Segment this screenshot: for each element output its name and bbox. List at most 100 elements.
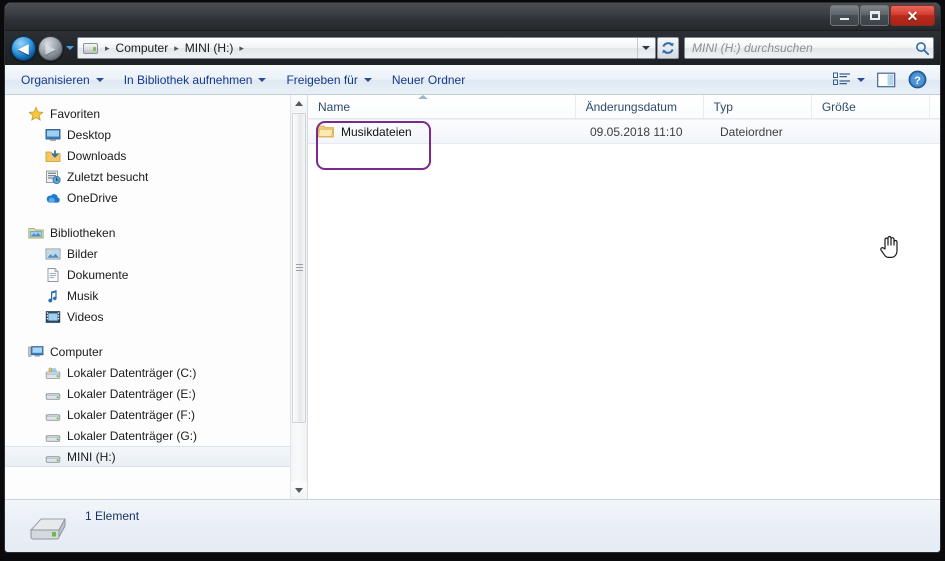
command-toolbar: Organisieren In Bibliothek aufnehmen Fre… — [5, 65, 940, 95]
toolbar-organisieren[interactable]: Organisieren — [11, 69, 114, 91]
mouse-cursor-hand — [880, 235, 898, 258]
drive-icon — [83, 42, 98, 54]
column-header-name-label: Name — [318, 99, 351, 114]
scroll-up-button[interactable] — [291, 95, 307, 112]
desktop-icon — [45, 128, 61, 141]
file-list-pane: Name Änderungsdatum Typ Größe Musikdatei… — [308, 95, 940, 499]
sidebar-item-onedrive-label: OneDrive — [67, 190, 118, 205]
breadcrumb-separator-0[interactable]: ▸ — [101, 42, 114, 54]
nav-header-favoriten-label: Favoriten — [50, 106, 101, 121]
desktop-background: ✕ ◀ ▶ ▸ Computer ▸ MINI (H:) ▸ MINI (H:)… — [0, 0, 945, 561]
sidebar-item-onedrive[interactable]: OneDrive — [5, 187, 307, 208]
drive-icon — [45, 392, 61, 400]
breadcrumb-separator-2[interactable]: ▸ — [235, 42, 248, 54]
sidebar-item-desktop-label: Desktop — [67, 127, 112, 142]
toolbar-freigeben-fuer-label: Freigeben für — [286, 72, 358, 87]
chevron-down-icon — [857, 77, 865, 82]
window-body: Favoriten Desktop Downloads Zuletzt besu… — [5, 95, 940, 499]
column-header-name[interactable]: Name — [308, 95, 576, 118]
help-icon: ? — [908, 70, 927, 89]
sidebar-item-drive-e[interactable]: Lokaler Datenträger (E:) — [5, 383, 307, 404]
view-layout-button[interactable] — [828, 68, 870, 92]
back-button[interactable]: ◀ — [11, 35, 36, 61]
breadcrumb-dropdown-button[interactable] — [637, 38, 653, 58]
minimize-button[interactable] — [830, 5, 859, 26]
status-item-count: 1 Element — [85, 509, 140, 523]
navigation-scrollbar[interactable] — [290, 95, 307, 499]
nav-header-favoriten[interactable]: Favoriten — [5, 103, 307, 124]
sidebar-item-dokumente-label: Dokumente — [67, 267, 129, 282]
sidebar-item-musik[interactable]: Musik — [5, 285, 307, 306]
folder-icon — [318, 125, 334, 138]
close-button[interactable]: ✕ — [890, 5, 935, 26]
file-name-cell[interactable]: Musikdateien — [308, 124, 580, 139]
onedrive-icon — [46, 193, 60, 203]
column-header-typ[interactable]: Typ — [704, 95, 812, 118]
drive-icon — [45, 413, 61, 421]
forward-arrow-icon: ▶ — [45, 40, 56, 56]
breadcrumb-item-computer[interactable]: Computer — [114, 41, 171, 55]
refresh-button[interactable] — [657, 37, 679, 59]
toolbar-organisieren-label: Organisieren — [21, 72, 90, 87]
sidebar-item-videos-label: Videos — [67, 309, 104, 324]
sidebar-item-mini-h[interactable]: MINI (H:) — [5, 446, 307, 467]
column-header-groesse[interactable]: Größe — [812, 95, 930, 118]
sidebar-item-drive-f-label: Lokaler Datenträger (F:) — [67, 407, 196, 422]
forward-button[interactable]: ▶ — [38, 35, 63, 61]
toolbar-neuer-ordner[interactable]: Neuer Ordner — [382, 69, 475, 91]
title-bar: ✕ — [5, 3, 940, 31]
toolbar-in-bibliothek-aufnehmen[interactable]: In Bibliothek aufnehmen — [114, 69, 277, 91]
file-type-label: Dateiordner — [720, 124, 783, 139]
removable-drive-icon — [29, 518, 66, 539]
search-input[interactable] — [692, 41, 915, 55]
sidebar-item-drive-g[interactable]: Lokaler Datenträger (G:) — [5, 425, 307, 446]
pictures-icon — [45, 248, 61, 259]
sidebar-item-drive-c-label: Lokaler Datenträger (C:) — [67, 365, 197, 380]
sidebar-item-dokumente[interactable]: Dokumente — [5, 264, 307, 285]
nav-header-bibliotheken[interactable]: Bibliotheken — [5, 222, 307, 243]
sidebar-item-bilder[interactable]: Bilder — [5, 243, 307, 264]
sidebar-item-bilder-label: Bilder — [67, 246, 98, 261]
preview-pane-icon — [877, 72, 896, 87]
sidebar-item-downloads-label: Downloads — [67, 148, 127, 163]
navigation-list: Favoriten Desktop Downloads Zuletzt besu… — [5, 95, 307, 499]
column-header-groesse-label: Größe — [821, 99, 856, 114]
computer-icon — [28, 345, 44, 357]
chevron-down-icon — [258, 77, 267, 82]
help-button[interactable]: ? — [903, 68, 932, 92]
breadcrumb-item-mini-h[interactable]: MINI (H:) — [183, 41, 236, 55]
sidebar-item-musik-label: Musik — [67, 288, 99, 303]
sidebar-item-downloads[interactable]: Downloads — [5, 145, 307, 166]
sidebar-item-zuletzt-besucht[interactable]: Zuletzt besucht — [5, 166, 307, 187]
back-arrow-icon: ◀ — [18, 40, 29, 56]
sidebar-item-desktop[interactable]: Desktop — [5, 124, 307, 145]
nav-group-favoriten: Favoriten Desktop Downloads Zuletzt besu… — [5, 103, 307, 208]
scrollbar-thumb[interactable] — [292, 113, 306, 423]
chevron-up-icon — [295, 101, 303, 106]
sidebar-item-drive-f[interactable]: Lokaler Datenträger (F:) — [5, 404, 307, 425]
search-icon — [916, 41, 930, 55]
breadcrumb[interactable]: ▸ Computer ▸ MINI (H:) ▸ — [77, 37, 656, 59]
drive-icon — [45, 455, 61, 463]
chevron-down-icon — [295, 488, 303, 493]
sidebar-item-videos[interactable]: Videos — [5, 306, 307, 327]
recent-locations-button[interactable] — [64, 31, 75, 65]
breadcrumb-separator-1[interactable]: ▸ — [170, 42, 183, 54]
minimize-icon — [840, 17, 849, 20]
toolbar-freigeben-fuer[interactable]: Freigeben für — [276, 69, 381, 91]
column-header-aenderungsdatum-label: Änderungsdatum — [585, 99, 677, 114]
nav-group-bibliotheken: Bibliotheken Bilder Dokumente Musik Vide… — [5, 222, 307, 327]
column-header-aenderungsdatum[interactable]: Änderungsdatum — [576, 95, 704, 118]
preview-pane-button[interactable] — [872, 68, 901, 92]
scroll-down-button[interactable] — [291, 482, 307, 499]
downloads-icon — [45, 149, 61, 162]
sidebar-item-drive-c[interactable]: Lokaler Datenträger (C:) — [5, 362, 307, 383]
chevron-down-icon — [65, 46, 74, 50]
column-header-typ-label: Typ — [713, 99, 733, 114]
chevron-down-icon — [95, 77, 104, 82]
file-type-cell: Dateiordner — [710, 125, 820, 139]
maximize-button[interactable] — [860, 5, 889, 26]
nav-header-computer[interactable]: Computer — [5, 341, 307, 362]
table-row[interactable]: Musikdateien 09.05.2018 11:10 Dateiordne… — [308, 119, 940, 144]
search-box[interactable] — [684, 37, 934, 59]
